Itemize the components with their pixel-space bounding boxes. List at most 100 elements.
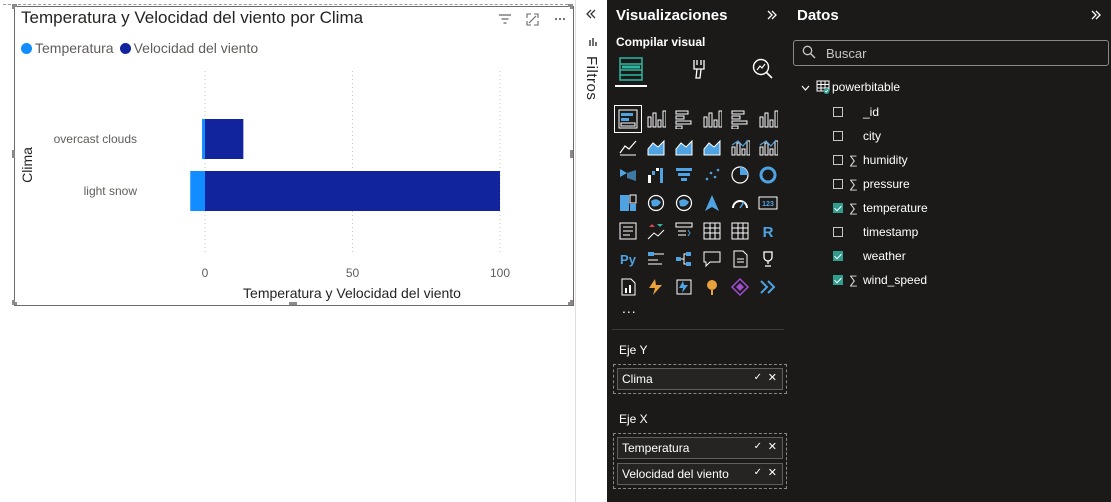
stacked-column-icon[interactable]	[643, 106, 669, 132]
field-row-temperature[interactable]: ∑ temperature	[833, 196, 928, 220]
treemap-icon[interactable]	[615, 190, 641, 216]
chevrons-icon[interactable]	[755, 274, 781, 300]
line-chart-icon[interactable]	[615, 134, 641, 160]
matrix-icon[interactable]	[727, 218, 753, 244]
analytics-tab[interactable]	[747, 53, 779, 85]
close-icon[interactable]: ✕	[768, 466, 777, 479]
resize-handle[interactable]	[12, 4, 15, 9]
decomposition-tree-icon[interactable]	[671, 246, 697, 272]
close-icon[interactable]: ✕	[768, 371, 777, 384]
donut-icon[interactable]	[755, 162, 781, 188]
field-pill-velocidad[interactable]: Velocidad del viento ✓ ✕	[617, 463, 783, 485]
ribbon-chart-icon[interactable]	[615, 162, 641, 188]
build-visual-tab[interactable]	[615, 53, 647, 87]
azure-map-icon[interactable]	[699, 190, 725, 216]
smart-narrative-icon[interactable]	[727, 246, 753, 272]
card-icon[interactable]: 123	[755, 190, 781, 216]
field-row-timestamp[interactable]: timestamp	[833, 220, 928, 244]
line-stacked-column-icon[interactable]	[755, 134, 781, 160]
qa-icon[interactable]	[699, 246, 725, 272]
resize-handle[interactable]	[570, 150, 573, 158]
field-row-pressure[interactable]: ∑ pressure	[833, 172, 928, 196]
stacked-area-icon[interactable]	[671, 134, 697, 160]
key-influencers-icon[interactable]	[643, 246, 669, 272]
diamond-icon[interactable]	[727, 274, 753, 300]
pie-icon[interactable]	[727, 162, 753, 188]
field-checkbox[interactable]	[833, 275, 843, 285]
well-x-axis[interactable]: Temperatura ✓ ✕ Velocidad del viento ✓ ✕	[613, 433, 787, 489]
visual-type-gallery: 123 R Py	[614, 105, 787, 302]
resize-handle[interactable]	[570, 4, 573, 9]
field-checkbox[interactable]	[833, 179, 843, 189]
chevron-down-icon[interactable]	[801, 80, 810, 94]
filter-funnel-icon	[589, 36, 597, 50]
field-pill-temperatura[interactable]: Temperatura ✓ ✕	[617, 437, 783, 459]
search-box[interactable]	[793, 40, 1109, 66]
bar-chart-visual[interactable]: Temperatura y Velocidad del viento por C…	[14, 6, 574, 306]
well-y-axis[interactable]: Clima ✓ ✕	[613, 364, 787, 394]
kpi-icon[interactable]	[643, 218, 669, 244]
bar-temperatura-1	[190, 171, 205, 211]
area-chart-icon[interactable]	[643, 134, 669, 160]
stacked-bar-icon[interactable]	[614, 105, 642, 133]
more-visuals-button[interactable]: ...	[622, 300, 637, 316]
clustered-column-icon[interactable]	[699, 106, 725, 132]
format-visual-tab[interactable]	[683, 53, 715, 85]
power-automate-icon[interactable]	[671, 274, 697, 300]
field-row-city[interactable]: city	[833, 124, 928, 148]
field-label: wind_speed	[863, 273, 928, 287]
table-name: powerbitable	[832, 80, 901, 94]
field-row-weather[interactable]: weather	[833, 244, 928, 268]
python-visual-icon[interactable]: Py	[615, 246, 641, 272]
line-clustered-column-icon[interactable]	[727, 134, 753, 160]
visualizations-title: Visualizaciones	[616, 7, 728, 24]
filled-map-icon[interactable]	[671, 190, 697, 216]
slicer-icon[interactable]	[671, 218, 697, 244]
search-input[interactable]	[824, 44, 1098, 62]
chevron-down-icon[interactable]: ✓	[754, 467, 762, 478]
chevron-down-icon[interactable]: ✓	[754, 372, 762, 383]
close-icon[interactable]: ✕	[768, 440, 777, 453]
100-stacked-bar-icon[interactable]	[727, 106, 753, 132]
field-checkbox[interactable]	[833, 251, 843, 261]
multirow-card-icon[interactable]	[615, 218, 641, 244]
svg-text:R: R	[763, 224, 774, 241]
resize-handle[interactable]	[570, 300, 573, 305]
double-chevron-left-icon[interactable]	[586, 6, 596, 22]
map-icon[interactable]	[643, 190, 669, 216]
100-stacked-column-icon[interactable]	[755, 106, 781, 132]
scatter-icon[interactable]	[699, 162, 725, 188]
field-checkbox[interactable]	[833, 131, 843, 141]
table-node-powerbitable[interactable]: powerbitable	[801, 78, 900, 96]
funnel-icon[interactable]	[671, 162, 697, 188]
chevron-down-icon[interactable]: ✓	[754, 441, 762, 452]
gauge-icon[interactable]	[727, 190, 753, 216]
field-checkbox[interactable]	[833, 107, 843, 117]
field-label: timestamp	[863, 225, 919, 239]
resize-handle[interactable]	[289, 302, 297, 305]
filters-label[interactable]: Filtros	[583, 56, 600, 100]
table-icon[interactable]	[699, 218, 725, 244]
field-checkbox[interactable]	[833, 203, 843, 213]
chart-plot: 0 50 100 overcast clouds light snow Temperatu…	[19, 71, 510, 301]
field-pill-clima[interactable]: Clima ✓ ✕	[617, 368, 783, 390]
field-checkbox[interactable]	[833, 155, 843, 165]
clustered-bar-icon[interactable]	[671, 106, 697, 132]
arcgis-icon[interactable]	[699, 274, 725, 300]
filters-pane-collapsed[interactable]: Filtros	[575, 0, 608, 502]
chevron-right-icon[interactable]	[1091, 7, 1101, 23]
100-stacked-area-icon[interactable]	[699, 134, 725, 160]
field-row-id[interactable]: _id	[833, 100, 928, 124]
resize-handle[interactable]	[12, 150, 15, 158]
waterfall-icon[interactable]	[643, 162, 669, 188]
power-apps-icon[interactable]	[643, 274, 669, 300]
field-row-humidity[interactable]: ∑ humidity	[833, 148, 928, 172]
resize-handle[interactable]	[12, 300, 15, 305]
field-row-wind-speed[interactable]: ∑ wind_speed	[833, 268, 928, 292]
field-checkbox[interactable]	[833, 227, 843, 237]
r-visual-icon[interactable]: R	[755, 218, 781, 244]
trophy-icon[interactable]	[755, 246, 781, 272]
data-pane: Datos powerbitable _idcity ∑ humidity ∑ pres…	[789, 0, 1111, 502]
paginated-report-icon[interactable]	[615, 274, 641, 300]
chevron-right-icon[interactable]	[767, 7, 777, 23]
